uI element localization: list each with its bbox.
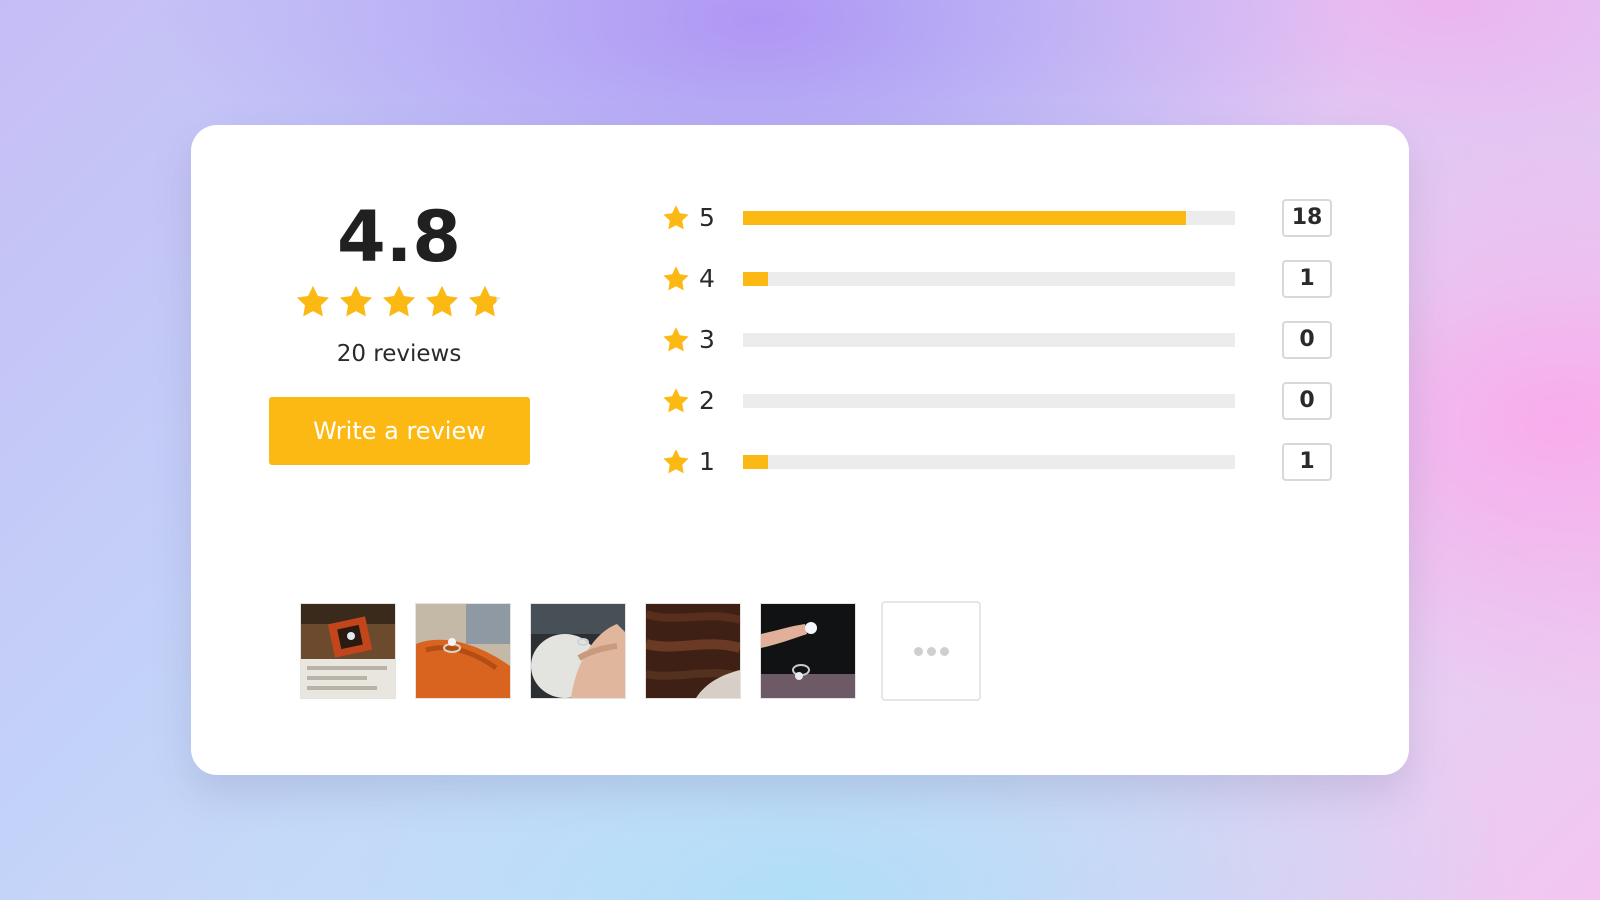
- rating-row-count: 18: [1282, 199, 1332, 237]
- rating-row-label: 2: [699, 386, 715, 415]
- rating-row-label: 3: [699, 325, 715, 354]
- more-photos-button[interactable]: [881, 601, 981, 701]
- star-icon: [661, 203, 691, 233]
- rating-row-count: 0: [1282, 321, 1332, 359]
- rating-row-2[interactable]: 2 0: [661, 380, 1341, 441]
- write-review-button[interactable]: Write a review: [269, 397, 530, 465]
- reviews-card: 4.8 20 reviews Write a review 5 18 4 1 3…: [191, 125, 1409, 775]
- rating-bar-fill: [743, 211, 1186, 225]
- photo-ring-held-up-image: [761, 604, 855, 698]
- rating-row-count: 0: [1282, 382, 1332, 420]
- rating-row-count: 1: [1282, 443, 1332, 481]
- rating-row-1[interactable]: 1 1: [661, 441, 1341, 502]
- star-icon: [383, 285, 415, 317]
- review-photo-ring-held-up[interactable]: [760, 603, 856, 699]
- star-icon: [661, 325, 691, 355]
- photo-ring-box-image: [301, 604, 395, 698]
- average-stars: [269, 283, 529, 323]
- review-photo-wood-surface[interactable]: [645, 603, 741, 699]
- rating-row-label: 1: [699, 447, 715, 476]
- rating-bar-fill: [743, 455, 768, 469]
- rating-bar-track: [743, 211, 1235, 225]
- photo-hand-with-ring-image: [531, 604, 625, 698]
- photo-ring-on-finger-image: [416, 604, 510, 698]
- rating-row-5[interactable]: 5 18: [661, 197, 1341, 258]
- rating-bar-track: [743, 455, 1235, 469]
- photo-wood-surface-image: [646, 604, 740, 698]
- review-count: 20 reviews: [336, 341, 462, 367]
- star-icon: [297, 285, 329, 317]
- star-icon: [469, 285, 501, 317]
- more-dots-icon: [926, 646, 936, 656]
- rating-row-label: 5: [699, 203, 715, 232]
- more-dots-icon: [913, 646, 923, 656]
- star-icon: [340, 285, 372, 317]
- rating-bar-track: [743, 272, 1235, 286]
- star-icon: [661, 264, 691, 294]
- star-icon: [661, 447, 691, 477]
- rating-bar-track: [743, 333, 1235, 347]
- review-photos: [300, 601, 981, 701]
- review-photo-hand-with-ring[interactable]: [530, 603, 626, 699]
- rating-summary: 4.8 20 reviews Write a review: [269, 195, 530, 465]
- review-photo-ring-box[interactable]: [300, 603, 396, 699]
- rating-row-count: 1: [1282, 260, 1332, 298]
- star-icon: [661, 386, 691, 416]
- star-icon: [426, 285, 458, 317]
- rating-bar-fill: [743, 272, 768, 286]
- average-rating: 4.8: [336, 196, 461, 278]
- review-photo-ring-on-finger[interactable]: [415, 603, 511, 699]
- more-dots-icon: [939, 646, 949, 656]
- rating-row-4[interactable]: 4 1: [661, 258, 1341, 319]
- rating-bar-track: [743, 394, 1235, 408]
- rating-distribution: 5 18 4 1 3 0 2 0 1 1: [661, 197, 1341, 502]
- rating-row-label: 4: [699, 264, 715, 293]
- rating-row-3[interactable]: 3 0: [661, 319, 1341, 380]
